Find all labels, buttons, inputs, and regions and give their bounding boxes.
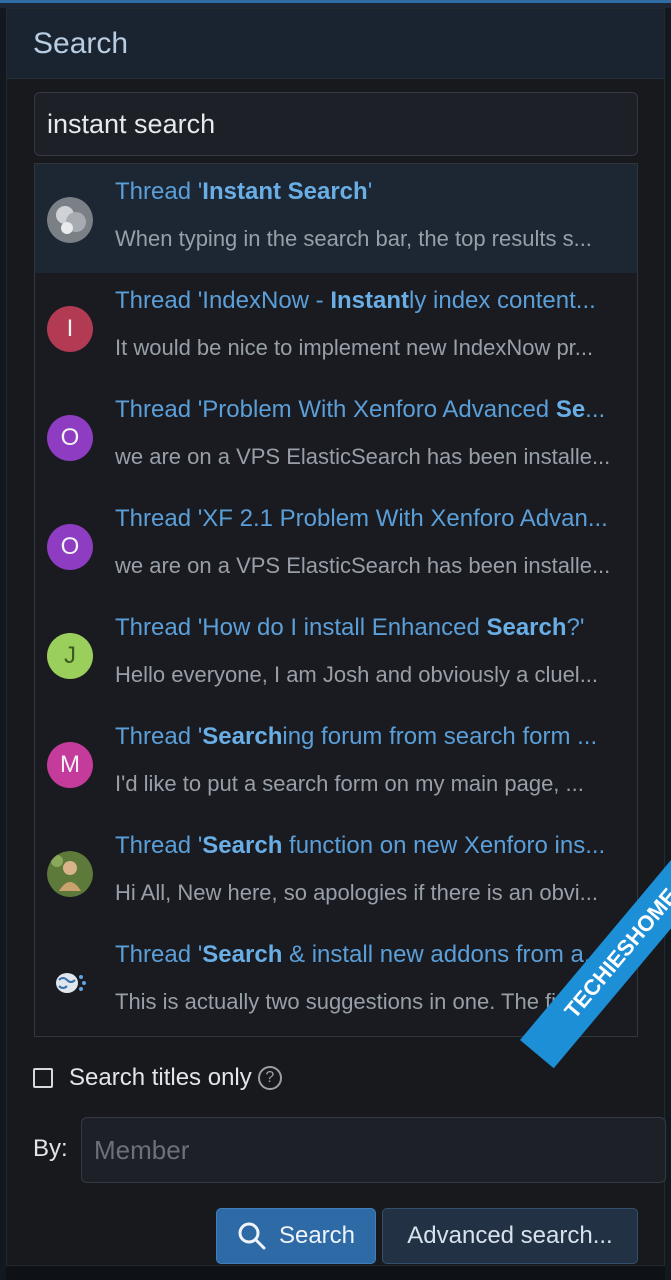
result-snippet: I'd like to put a search form on my main… [115,771,584,796]
avatar: O [47,524,93,570]
avatar [47,851,93,897]
search-icon [238,1222,266,1250]
result-snippet: we are on a VPS ElasticSearch has been i… [115,444,611,469]
result-snippet: Hello everyone, I am Josh and obviously … [115,662,599,687]
search-panel: Search Thread 'Instant Search' When typi… [6,8,666,1266]
brain-icon [47,960,93,1006]
avatar [47,960,93,1006]
result-title[interactable]: Thread 'IndexNow - Instantly index conte… [115,287,625,315]
result-item[interactable]: Thread 'Search & install new addons from… [35,927,637,1036]
result-item[interactable]: O Thread 'Problem With Xenforo Advanced … [35,382,637,491]
results-list: Thread 'Instant Search' When typing in t… [34,163,638,1037]
search-button-label: Search [278,1222,356,1249]
top-bar [0,0,671,8]
member-box[interactable] [81,1117,666,1183]
result-snippet: we are on a VPS ElasticSearch has been i… [115,553,611,578]
result-item[interactable]: O Thread 'XF 2.1 Problem With Xenforo Ad… [35,491,637,600]
result-snippet: When typing in the search bar, the top r… [115,226,592,251]
search-box[interactable] [34,92,638,156]
background-right-edge [665,8,671,1280]
member-input[interactable] [82,1118,665,1182]
result-title[interactable]: Thread 'Search & install new addons from… [115,941,625,969]
search-button[interactable]: Search [216,1208,376,1264]
search-input[interactable] [35,93,637,155]
avatar: J [47,633,93,679]
panel-title: Search [33,27,129,60]
avatar-photo-icon [47,851,93,897]
result-title[interactable]: Thread 'Problem With Xenforo Advanced Se… [115,396,625,424]
result-title[interactable]: Thread 'XF 2.1 Problem With Xenforo Adva… [115,505,625,533]
result-title[interactable]: Thread 'Searching forum from search form… [115,723,625,751]
titles-only-option[interactable]: Search titles only ? [33,1062,282,1094]
avatar: O [47,415,93,461]
result-snippet: Hi All, New here, so apologies if there … [115,880,599,905]
avatar-photo-icon [47,197,93,243]
advanced-search-label: Advanced search... [407,1222,613,1249]
result-item[interactable]: J Thread 'How do I install Enhanced Sear… [35,600,637,709]
by-label: By: [33,1135,68,1162]
avatar: M [47,742,93,788]
result-item[interactable]: I Thread 'IndexNow - Instantly index con… [35,273,637,382]
titles-only-checkbox[interactable] [33,1068,53,1088]
result-snippet: This is actually two suggestions in one.… [115,989,599,1014]
titles-only-label: Search titles only [69,1064,252,1091]
result-title[interactable]: Thread 'How do I install Enhanced Search… [115,614,625,642]
result-title[interactable]: Thread 'Search function on new Xenforo i… [115,832,625,860]
result-item[interactable]: M Thread 'Searching forum from search fo… [35,709,637,818]
result-title[interactable]: Thread 'Instant Search' [115,178,625,206]
result-item[interactable]: Thread 'Instant Search' When typing in t… [35,164,637,273]
result-item[interactable]: Thread 'Search function on new Xenforo i… [35,818,637,927]
avatar: I [47,306,93,352]
panel-header: Search [7,9,664,79]
advanced-search-button[interactable]: Advanced search... [382,1208,638,1264]
help-icon[interactable]: ? [257,1066,282,1090]
result-snippet: It would be nice to implement new IndexN… [115,335,594,360]
avatar [47,197,93,243]
